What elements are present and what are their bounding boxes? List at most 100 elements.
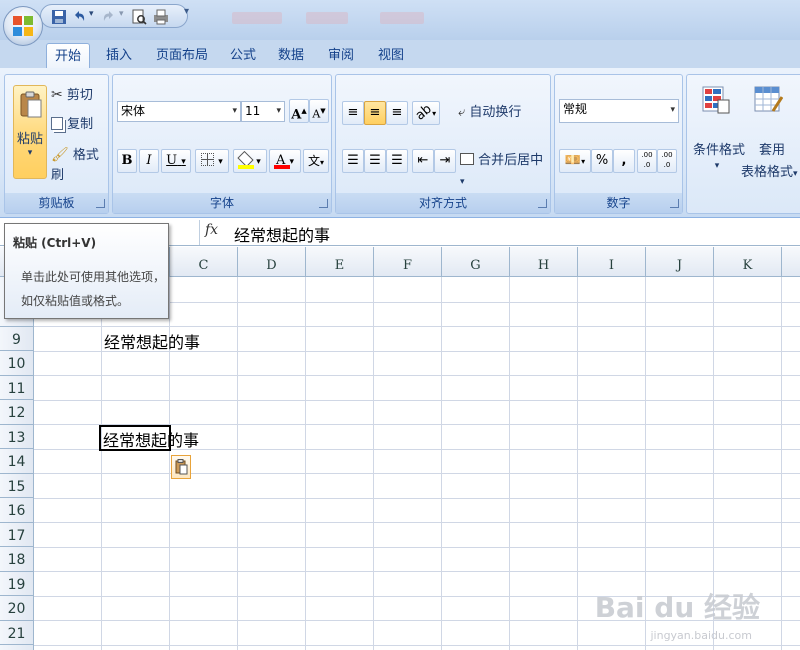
wrap-text-button[interactable]: ⤶ 自动换行 <box>458 103 521 123</box>
phonetic-guide-button[interactable]: 文▾ <box>303 149 329 173</box>
row-header-11[interactable]: 11 <box>0 376 34 400</box>
italic-button[interactable]: I <box>139 149 159 173</box>
save-icon[interactable] <box>51 9 67 25</box>
row-header-21[interactable]: 21 <box>0 621 34 645</box>
office-button[interactable] <box>3 6 43 46</box>
cut-button[interactable]: ✂ 剪切 <box>51 85 93 105</box>
redo-dropdown-icon[interactable]: ▾ <box>119 9 124 19</box>
align-right-button[interactable]: ☰ <box>386 149 408 173</box>
underline-dropdown-icon[interactable]: ▾ <box>181 157 186 167</box>
cell-b9[interactable]: 经常想起的事 <box>104 329 200 353</box>
merge-center-dropdown-icon[interactable]: ▾ <box>460 177 465 187</box>
font-name-dropdown-icon[interactable]: ▾ <box>232 102 237 121</box>
insert-function-icon[interactable]: fx <box>205 222 218 238</box>
row-header-16[interactable]: 16 <box>0 498 34 523</box>
tab-view[interactable]: 视图 <box>372 43 410 68</box>
column-header-j[interactable]: J <box>646 247 714 277</box>
format-painter-button[interactable]: 🖌 格式刷 <box>51 145 108 183</box>
paste-dropdown-icon[interactable]: ▾ <box>14 148 46 158</box>
borders-icon <box>201 153 215 166</box>
align-bottom-button[interactable]: ≡ <box>386 101 408 125</box>
tab-data[interactable]: 数据 <box>272 43 310 68</box>
fill-color-button[interactable]: ▾ <box>233 149 267 173</box>
increase-decimal-button[interactable]: .00 .0 <box>637 149 657 173</box>
row-header-18[interactable]: 18 <box>0 547 34 572</box>
accounting-format-button[interactable]: 💴▾ <box>559 149 591 173</box>
font-color-button[interactable]: A ▾ <box>269 149 301 173</box>
undo-dropdown-icon[interactable]: ▾ <box>89 9 94 19</box>
tab-insert[interactable]: 插入 <box>100 43 138 68</box>
font-group: 宋体 ▾ 11 ▾ A▲ A▼ B I U ▾ ▾ ▾ A ▾ 文▾ 字体 <box>112 74 332 214</box>
column-header-e[interactable]: E <box>306 247 374 277</box>
align-center-button[interactable]: ☰ <box>364 149 386 173</box>
conditional-format-dropdown-icon[interactable]: ▾ <box>691 161 743 171</box>
underline-button[interactable]: U ▾ <box>161 149 191 173</box>
font-size-dropdown-icon[interactable]: ▾ <box>276 102 281 121</box>
column-header-h[interactable]: H <box>510 247 578 277</box>
column-header-i[interactable]: I <box>578 247 646 277</box>
orientation-button[interactable]: ab▾ <box>412 101 440 125</box>
borders-button[interactable]: ▾ <box>195 149 229 173</box>
number-dialog-launcher-icon[interactable] <box>670 199 679 208</box>
row-header-17[interactable]: 17 <box>0 523 34 547</box>
number-format-select[interactable]: 常规 ▾ <box>559 99 679 123</box>
font-dialog-launcher-icon[interactable] <box>319 199 328 208</box>
column-header-c[interactable]: C <box>170 247 238 277</box>
quick-print-icon[interactable] <box>153 9 169 25</box>
tab-home[interactable]: 开始 <box>46 43 90 68</box>
column-header-f[interactable]: F <box>374 247 442 277</box>
borders-dropdown-icon[interactable]: ▾ <box>218 157 223 167</box>
align-top-button[interactable]: ≡ <box>342 101 364 125</box>
alignment-dialog-launcher-icon[interactable] <box>538 199 547 208</box>
font-color-dropdown-icon[interactable]: ▾ <box>290 157 295 167</box>
align-center-icon: ☰ <box>369 153 381 168</box>
bold-button[interactable]: B <box>117 149 137 173</box>
formula-input[interactable]: 经常想起的事 <box>234 222 330 246</box>
merge-center-button[interactable]: 合并后居中 ▾ <box>460 151 550 187</box>
tab-formulas[interactable]: 公式 <box>224 43 262 68</box>
percent-style-button[interactable]: % <box>591 149 613 173</box>
align-middle-button[interactable]: ≡ <box>364 101 386 125</box>
print-preview-icon[interactable] <box>131 9 147 25</box>
customize-qat-icon[interactable]: ▾ <box>184 6 189 17</box>
format-as-table-button[interactable]: 套用 表格格式▾ <box>741 81 800 181</box>
font-size-select[interactable]: 11 ▾ <box>241 101 285 122</box>
row-header-10[interactable]: 10 <box>0 351 34 376</box>
paste-button[interactable]: 粘贴 ▾ <box>13 85 47 179</box>
cell-b13[interactable]: 经常想起的事 <box>103 427 199 451</box>
column-header-g[interactable]: G <box>442 247 510 277</box>
clipboard-dialog-launcher-icon[interactable] <box>96 199 105 208</box>
number-format-dropdown-icon[interactable]: ▾ <box>670 101 675 120</box>
font-name-select[interactable]: 宋体 ▾ <box>117 101 241 122</box>
conditional-format-icon <box>702 86 730 114</box>
shrink-font-button[interactable]: A▼ <box>309 99 329 123</box>
column-header-k[interactable]: K <box>714 247 782 277</box>
tab-review[interactable]: 审阅 <box>322 43 360 68</box>
column-header-partial[interactable] <box>782 247 800 277</box>
redo-icon[interactable] <box>101 9 117 25</box>
wrap-text-icon: ⤶ <box>458 105 466 120</box>
row-header-partial <box>0 645 34 650</box>
row-header-20[interactable]: 20 <box>0 596 34 621</box>
row-header-12[interactable]: 12 <box>0 400 34 425</box>
decrease-decimal-button[interactable]: .00 .0 <box>657 149 677 173</box>
row-header-14[interactable]: 14 <box>0 449 34 474</box>
comma-style-button[interactable]: , <box>613 149 635 173</box>
fill-color-dropdown-icon[interactable]: ▾ <box>256 157 261 167</box>
row-header-13[interactable]: 13 <box>0 425 34 449</box>
accounting-dropdown-icon[interactable]: ▾ <box>581 157 585 166</box>
increase-indent-button[interactable]: ⇥ <box>434 149 456 173</box>
column-header-d[interactable]: D <box>238 247 306 277</box>
undo-icon[interactable] <box>71 9 87 25</box>
row-header-19[interactable]: 19 <box>0 572 34 596</box>
paste-options-button[interactable] <box>171 455 191 479</box>
copy-button[interactable]: 复制 <box>51 115 93 135</box>
row-header-15[interactable]: 15 <box>0 474 34 498</box>
table-format-dropdown-icon[interactable]: ▾ <box>793 169 798 179</box>
grow-font-button[interactable]: A▲ <box>289 99 309 123</box>
decrease-indent-button[interactable]: ⇤ <box>412 149 434 173</box>
tab-page-layout[interactable]: 页面布局 <box>150 43 214 68</box>
conditional-format-button[interactable]: 条件格式 ▾ <box>691 81 745 181</box>
row-header-9[interactable]: 9 <box>0 327 34 351</box>
align-left-button[interactable]: ☰ <box>342 149 364 173</box>
